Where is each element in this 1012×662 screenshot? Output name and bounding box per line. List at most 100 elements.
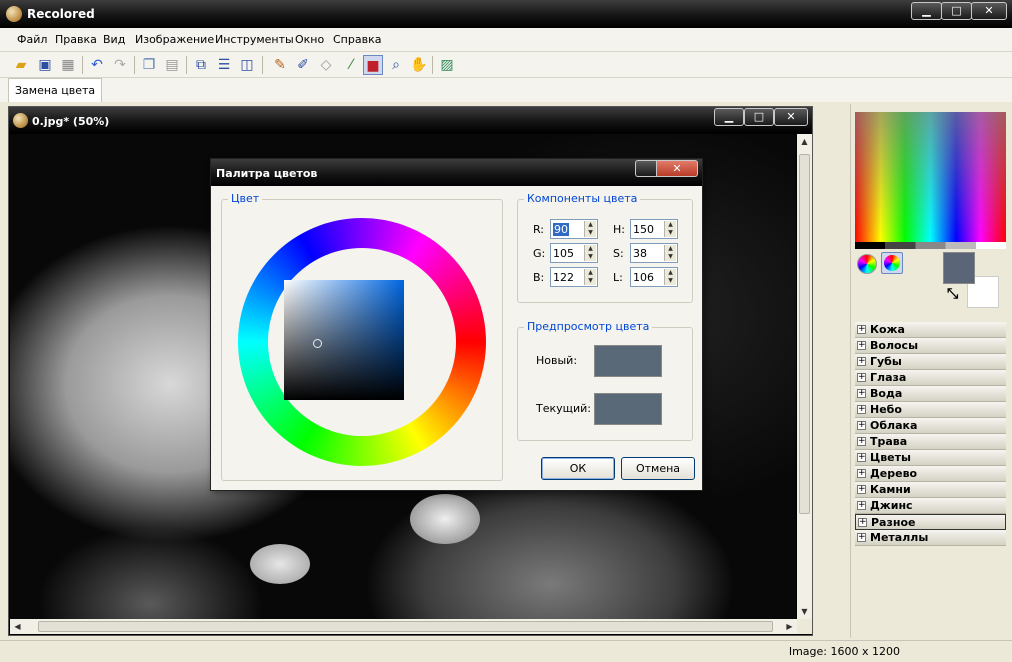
spinner-arrows[interactable]: ▲ ▼ <box>664 269 676 285</box>
l-spinner[interactable]: 106 ▲ ▼ <box>630 267 678 287</box>
scroll-down-icon[interactable]: ▼ <box>797 604 812 619</box>
document-palette-icon <box>13 113 28 128</box>
spin-down-icon: ▼ <box>668 229 673 236</box>
paste-icon[interactable]: ▤ <box>162 55 182 75</box>
color-wheel-mode-icon[interactable] <box>881 252 903 274</box>
category-item[interactable]: + Металлы <box>855 530 1006 546</box>
tab-color-replace[interactable]: Замена цвета <box>8 78 103 102</box>
undo-icon[interactable]: ↶ <box>87 55 107 75</box>
category-item[interactable]: + Облака <box>855 418 1006 434</box>
expand-icon[interactable]: + <box>857 453 866 462</box>
category-item[interactable]: + Волосы <box>855 338 1006 354</box>
split-vertical-icon[interactable]: ◫ <box>237 55 257 75</box>
hand-icon[interactable]: ✋ <box>409 55 429 75</box>
ok-button[interactable]: ОК <box>541 457 615 480</box>
expand-icon[interactable]: + <box>857 389 866 398</box>
expand-icon[interactable]: + <box>857 437 866 446</box>
category-item[interactable]: + Кожа <box>855 322 1006 338</box>
spinner-arrows[interactable]: ▲ ▼ <box>664 245 676 261</box>
l-value[interactable]: 106 <box>633 271 654 284</box>
image-icon[interactable]: ▨ <box>437 55 457 75</box>
category-item[interactable]: + Вода <box>855 386 1006 402</box>
category-item[interactable]: + Глаза <box>855 370 1006 386</box>
expand-icon[interactable]: + <box>857 373 866 382</box>
color-spectrum[interactable] <box>855 112 1006 242</box>
redo-icon[interactable]: ↷ <box>110 55 130 75</box>
cancel-button[interactable]: Отмена <box>621 457 695 480</box>
horizontal-scroll-thumb[interactable] <box>38 621 773 632</box>
horizontal-scrollbar[interactable]: ◀ ▶ <box>10 619 797 634</box>
category-item[interactable]: + Небо <box>855 402 1006 418</box>
document-minimize-button[interactable]: ▁ <box>714 108 744 126</box>
expand-icon[interactable]: + <box>858 518 867 527</box>
copy-icon[interactable]: ❐ <box>139 55 159 75</box>
color-palette-dialog: Палитра цветов ✕ Цвет Компоненты цвета R… <box>210 158 703 491</box>
b-spinner[interactable]: 122 ▲ ▼ <box>550 267 598 287</box>
h-spinner[interactable]: 150 ▲ ▼ <box>630 219 678 239</box>
category-item[interactable]: + Губы <box>855 354 1006 370</box>
dialog-close-button[interactable]: ✕ <box>656 160 698 177</box>
expand-icon[interactable]: + <box>857 533 866 542</box>
minimize-button[interactable]: ▁ <box>911 2 942 20</box>
menu-file[interactable]: Файл <box>17 33 47 46</box>
expand-icon[interactable]: + <box>857 469 866 478</box>
maximize-button[interactable]: □ <box>941 2 972 20</box>
category-item-selected[interactable]: + Разное <box>855 514 1006 530</box>
layers-icon[interactable]: ⧉ <box>191 55 211 75</box>
recolor-icon[interactable]: ■ <box>363 55 383 75</box>
spinner-arrows[interactable]: ▲ ▼ <box>584 221 596 237</box>
b-value[interactable]: 122 <box>553 271 574 284</box>
color-picker-marker[interactable] <box>313 339 322 348</box>
rgb-mode-icon[interactable] <box>857 254 877 274</box>
split-horizontal-icon[interactable]: ☰ <box>214 55 234 75</box>
expand-icon[interactable]: + <box>857 325 866 334</box>
grayscale-bar[interactable] <box>855 242 1006 249</box>
vertical-scroll-thumb[interactable] <box>799 154 810 514</box>
spinner-arrows[interactable]: ▲ ▼ <box>664 221 676 237</box>
swap-colors-icon[interactable]: ⤡ <box>947 286 958 302</box>
category-item[interactable]: + Дерево <box>855 466 1006 482</box>
spinner-arrows[interactable]: ▲ ▼ <box>584 245 596 261</box>
expand-icon[interactable]: + <box>857 501 866 510</box>
open-folder-icon[interactable]: ▰ <box>11 55 31 75</box>
category-item[interactable]: + Цветы <box>855 450 1006 466</box>
saturation-value-square[interactable] <box>284 280 404 400</box>
expand-icon[interactable]: + <box>857 421 866 430</box>
document-close-button[interactable]: ✕ <box>774 108 808 126</box>
s-spinner[interactable]: 38 ▲ ▼ <box>630 243 678 263</box>
document-maximize-button[interactable]: □ <box>744 108 774 126</box>
save-icon[interactable]: ▣ <box>35 55 55 75</box>
foreground-color-swatch[interactable] <box>943 252 975 284</box>
menu-help[interactable]: Справка <box>333 33 381 46</box>
expand-icon[interactable]: + <box>857 405 866 414</box>
g-spinner[interactable]: 105 ▲ ▼ <box>550 243 598 263</box>
eraser-icon[interactable]: ◇ <box>316 55 336 75</box>
g-value[interactable]: 105 <box>553 247 574 260</box>
vertical-scrollbar[interactable]: ▲ ▼ <box>797 134 812 619</box>
eyedropper-icon[interactable]: ⁄ <box>341 55 361 75</box>
menu-edit[interactable]: Правка <box>55 33 97 46</box>
scroll-left-icon[interactable]: ◀ <box>10 619 25 634</box>
s-value[interactable]: 38 <box>633 247 647 260</box>
r-value[interactable]: 90 <box>553 223 569 236</box>
expand-icon[interactable]: + <box>857 341 866 350</box>
scroll-right-icon[interactable]: ▶ <box>782 619 797 634</box>
r-spinner[interactable]: 90 ▲ ▼ <box>550 219 598 239</box>
menu-tools[interactable]: Инструменты <box>215 33 294 46</box>
menu-image[interactable]: Изображение <box>135 33 214 46</box>
h-value[interactable]: 150 <box>633 223 654 236</box>
category-item[interactable]: + Камни <box>855 482 1006 498</box>
spinner-arrows[interactable]: ▲ ▼ <box>584 269 596 285</box>
print-icon[interactable]: ▦ <box>58 55 78 75</box>
pen-icon[interactable]: ✐ <box>293 55 313 75</box>
expand-icon[interactable]: + <box>857 357 866 366</box>
menu-view[interactable]: Вид <box>103 33 125 46</box>
expand-icon[interactable]: + <box>857 485 866 494</box>
menu-window[interactable]: Окно <box>295 33 324 46</box>
close-button[interactable]: ✕ <box>971 2 1007 20</box>
category-item[interactable]: + Джинс <box>855 498 1006 514</box>
magnifier-icon[interactable]: ⌕ <box>386 55 406 75</box>
brush-icon[interactable]: ✎ <box>270 55 290 75</box>
category-item[interactable]: + Трава <box>855 434 1006 450</box>
scroll-up-icon[interactable]: ▲ <box>797 134 812 149</box>
